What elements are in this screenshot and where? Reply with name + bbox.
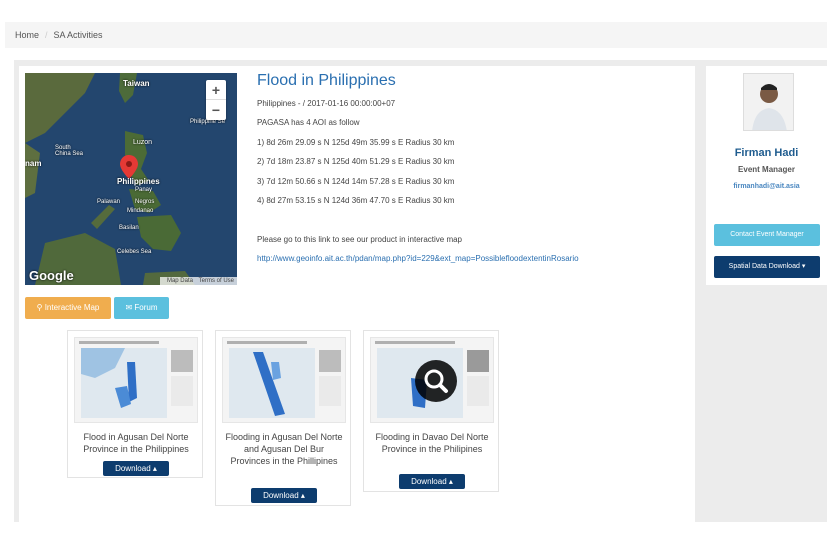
map-label-mindanao: Mindanao: [127, 208, 154, 214]
flood-map-thumbnail: [227, 341, 341, 418]
event-intro: PAGASA has 4 AOI as follow: [257, 118, 360, 127]
manager-email[interactable]: firmanhadi@ait.asia: [706, 183, 827, 190]
manager-name: Firman Hadi: [734, 147, 799, 159]
avatar: [743, 73, 794, 131]
map-marker-icon: ⚲: [36, 303, 43, 312]
zoom-overlay[interactable]: [415, 360, 457, 402]
download-label: Download: [411, 477, 447, 486]
map-label-palawan: Palawan: [97, 199, 121, 205]
download-label: Download: [115, 464, 151, 473]
event-title: Flood in Philippines: [257, 72, 396, 89]
google-logo: Google: [29, 268, 74, 283]
map-label-negros: Negros: [135, 199, 155, 205]
breadcrumb: Home / SA Activities: [5, 22, 827, 48]
aoi-item: 3) 7d 12m 50.66 s N 124d 14m 57.28 s E R…: [257, 177, 455, 186]
map-footer: Map Data Terms of Use: [159, 277, 237, 285]
map-label-celebes-sea: Celebes Sea: [117, 249, 152, 255]
forum-label: Forum: [134, 303, 158, 312]
map-label-panay: Panay: [135, 187, 153, 193]
aoi-item: 4) 8d 27m 53.15 s N 124d 36m 47.70 s E R…: [257, 196, 455, 205]
map-label-luzon: Luzon: [133, 139, 153, 146]
product-card[interactable]: Flooding in Agusan Del Norte and Agusan …: [215, 330, 351, 506]
map-label-nam: nam: [25, 159, 42, 168]
product-card[interactable]: Flood in Agusan Del Norte Province in th…: [67, 330, 203, 478]
aoi-item: 2) 7d 18m 23.87 s N 125d 40m 51.29 s E R…: [257, 157, 455, 166]
product-thumbnail[interactable]: [74, 337, 198, 423]
breadcrumb-home[interactable]: Home: [15, 30, 39, 40]
map-zoom-in-button[interactable]: +: [206, 80, 226, 100]
map-label-philippines: Philippines: [117, 177, 160, 186]
product-thumbnail[interactable]: [222, 337, 346, 423]
download-button[interactable]: Download ▴: [251, 488, 317, 503]
flood-map-thumbnail: [79, 341, 193, 418]
spatial-download-label: Spatial Data Download: [728, 263, 800, 270]
map-data-link[interactable]: Map Data: [167, 278, 193, 284]
person-photo: [744, 74, 793, 130]
map-zoom-out-button[interactable]: −: [206, 100, 226, 120]
map-zoom-control: + −: [206, 80, 226, 120]
breadcrumb-separator: /: [45, 30, 48, 40]
map-label-south-china-sea: South China Sea: [55, 145, 84, 157]
map-label-taiwan: Taiwan: [123, 79, 150, 88]
event-meta: Philippines - / 2017-01-16 00:00:00+07: [257, 99, 396, 108]
download-label: Download: [263, 491, 299, 500]
download-button[interactable]: Download ▴: [103, 461, 169, 476]
map-label-basilan: Basilan: [119, 225, 139, 231]
product-caption: Flooding in Agusan Del Norte and Agusan …: [225, 432, 343, 466]
link-intro: Please go to this link to see our produc…: [257, 235, 462, 244]
contact-manager-button[interactable]: Contact Event Manager: [714, 224, 820, 246]
product-caption: Flooding in Davao Del Norte Province in …: [375, 432, 489, 454]
forum-button[interactable]: ✉ Forum: [114, 297, 169, 319]
product-caption: Flood in Agusan Del Norte Province in th…: [83, 432, 189, 454]
magnifier-icon: [424, 369, 448, 393]
spatial-download-button[interactable]: Spatial Data Download ▾: [714, 256, 820, 278]
aoi-item: 1) 8d 26m 29.09 s N 125d 49m 35.99 s E R…: [257, 138, 455, 147]
map-terms-link[interactable]: Terms of Use: [199, 278, 234, 284]
product-card[interactable]: Flooding in Davao Del Norte Province in …: [363, 330, 499, 492]
download-button[interactable]: Download ▴: [399, 474, 465, 489]
interactive-map-label: Interactive Map: [44, 303, 100, 312]
event-map[interactable]: Taiwan Luzon Philippine Se South China S…: [25, 73, 237, 285]
manager-role: Event Manager: [738, 165, 795, 174]
interactive-map-link[interactable]: http://www.geoinfo.ait.ac.th/pdan/map.ph…: [257, 254, 579, 263]
interactive-map-button[interactable]: ⚲ Interactive Map: [25, 297, 111, 319]
comments-icon: ✉: [125, 303, 133, 312]
product-thumbnail[interactable]: [370, 337, 494, 423]
breadcrumb-current: SA Activities: [53, 30, 103, 40]
